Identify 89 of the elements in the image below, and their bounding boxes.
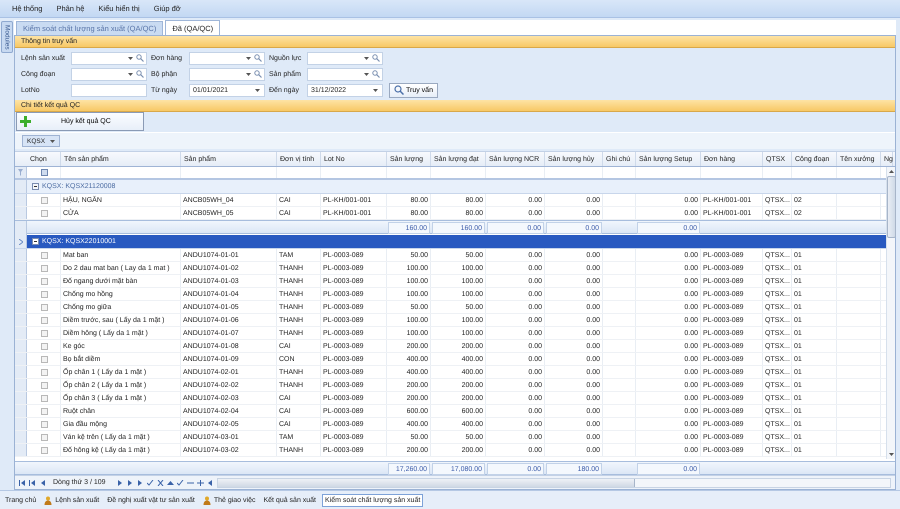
row-header[interactable] — [15, 314, 27, 326]
combo-field[interactable] — [307, 52, 383, 64]
up-icon[interactable] — [166, 480, 174, 486]
checkbox[interactable] — [40, 408, 48, 414]
checkbox[interactable] — [40, 290, 48, 298]
checkbox[interactable] — [40, 252, 48, 258]
search-icon[interactable] — [136, 54, 144, 62]
cross-icon[interactable] — [156, 480, 164, 486]
combo-field[interactable] — [189, 52, 265, 64]
collapse-icon[interactable] — [32, 238, 39, 245]
next-page-icon[interactable] — [126, 480, 134, 486]
checkbox[interactable] — [40, 382, 48, 388]
search-icon[interactable] — [372, 54, 380, 62]
row-header[interactable] — [15, 366, 27, 378]
checkbox[interactable] — [40, 394, 48, 402]
row-header[interactable] — [15, 392, 27, 404]
row-header[interactable] — [15, 301, 27, 313]
next-icon[interactable] — [116, 480, 124, 486]
dropdown-icon[interactable] — [128, 72, 133, 76]
previous-page-icon[interactable] — [29, 480, 36, 486]
previous-icon[interactable] — [39, 480, 46, 486]
last-icon[interactable] — [136, 480, 144, 486]
row-header[interactable] — [15, 340, 27, 352]
row-header[interactable] — [15, 221, 27, 235]
checkbox[interactable] — [40, 210, 48, 216]
combo-field[interactable] — [189, 68, 265, 80]
checkbox[interactable] — [40, 330, 48, 336]
first-icon[interactable] — [19, 480, 26, 486]
scroll-up-icon[interactable] — [888, 170, 894, 173]
current-row-icon — [18, 238, 22, 244]
row-header[interactable] — [15, 405, 27, 417]
row-header[interactable] — [15, 327, 27, 339]
dropdown-icon — [50, 140, 56, 142]
check-icon[interactable] — [146, 480, 154, 486]
search-icon[interactable] — [136, 70, 144, 78]
plus-icon — [20, 116, 31, 127]
checkbox[interactable] — [40, 368, 48, 376]
checkbox[interactable] — [40, 278, 48, 284]
filter-icon[interactable] — [18, 169, 23, 176]
dropdown-icon[interactable] — [246, 56, 251, 60]
row-header[interactable] — [15, 180, 27, 193]
checkbox-icon[interactable] — [40, 169, 48, 176]
minus-icon[interactable] — [186, 480, 194, 486]
dropdown-icon[interactable] — [255, 88, 260, 92]
row-header[interactable] — [15, 167, 27, 178]
dropdown-icon[interactable] — [364, 72, 369, 76]
dropdown-icon[interactable] — [364, 56, 369, 60]
row-header[interactable] — [15, 262, 27, 274]
checkbox[interactable] — [40, 304, 48, 310]
row-header[interactable] — [15, 379, 27, 391]
checkbox[interactable] — [40, 264, 48, 272]
checkbox[interactable] — [40, 196, 48, 204]
checkbox[interactable] — [40, 356, 48, 362]
row-header[interactable] — [15, 418, 27, 430]
person-icon — [44, 496, 52, 504]
row-header[interactable] — [15, 444, 27, 456]
row-header[interactable] — [15, 235, 27, 248]
row-header[interactable] — [15, 194, 27, 206]
scroll-thumb[interactable] — [886, 176, 896, 238]
checkbox[interactable] — [40, 446, 48, 454]
collapse-icon[interactable] — [32, 183, 39, 190]
scroll-down-icon[interactable] — [888, 453, 894, 456]
plus-icon[interactable] — [196, 480, 204, 486]
search-icon[interactable] — [372, 70, 380, 78]
text-field[interactable] — [71, 84, 147, 96]
horizontal-scrollbar[interactable] — [216, 478, 891, 488]
checkbox[interactable] — [40, 316, 48, 324]
dropdown-icon[interactable] — [128, 56, 133, 60]
search-icon[interactable] — [254, 54, 262, 62]
checkbox[interactable] — [40, 342, 48, 350]
person-icon — [202, 496, 211, 504]
row-header[interactable] — [15, 431, 27, 443]
dropdown-icon[interactable] — [246, 72, 251, 76]
search-icon — [394, 85, 404, 95]
row-header[interactable] — [15, 353, 27, 365]
row-header[interactable] — [15, 249, 27, 261]
combo-field[interactable] — [71, 68, 147, 80]
vertical-scrollbar[interactable] — [886, 167, 895, 459]
search-icon[interactable] — [254, 70, 262, 78]
row-header[interactable] — [15, 288, 27, 300]
combo-field[interactable] — [307, 68, 383, 80]
dropdown-icon[interactable] — [373, 88, 378, 92]
combo-field[interactable] — [71, 52, 147, 64]
checkbox[interactable] — [40, 434, 48, 440]
checkbox[interactable] — [40, 420, 48, 428]
tick-icon[interactable] — [176, 480, 184, 486]
left-icon[interactable] — [206, 480, 214, 486]
row-header[interactable] — [15, 207, 27, 219]
row-header[interactable] — [15, 275, 27, 287]
